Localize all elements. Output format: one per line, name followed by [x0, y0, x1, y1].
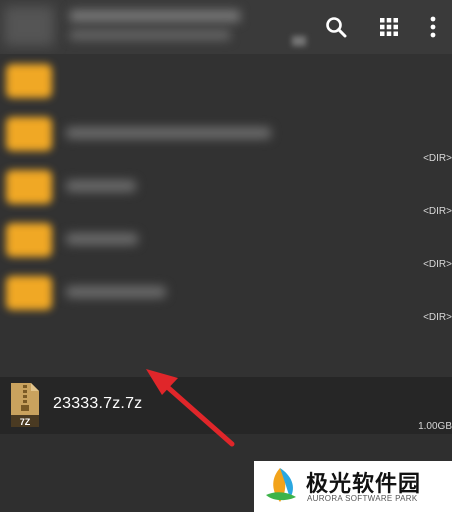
folder-name-blurred [66, 180, 136, 192]
folder-icon [6, 64, 52, 98]
file-type-badge: 7Z [20, 417, 31, 427]
aurora-logo-icon [266, 468, 296, 502]
file-list: <DIR> <DIR> <DIR> <DIR> 7Z 23333.7z.7z 1… [0, 54, 452, 434]
path-title-blurred [70, 10, 240, 22]
list-item[interactable]: <DIR> [0, 160, 452, 217]
file-name: 23333.7z.7z [53, 395, 143, 412]
search-button[interactable] [314, 0, 358, 54]
list-item[interactable]: <DIR> [0, 213, 452, 270]
folder-name-blurred [66, 286, 166, 298]
list-item[interactable]: <DIR> [0, 266, 452, 323]
grid-view-button[interactable] [367, 0, 411, 54]
back-button-blurred[interactable] [4, 6, 54, 46]
more-vert-icon [430, 16, 435, 38]
folder-icon [6, 170, 52, 204]
file-size: 1.00GB [418, 421, 452, 432]
toolbar [0, 0, 452, 54]
watermark: 极光软件园 AURORA SOFTWARE PARK [254, 461, 452, 512]
folder-icon [6, 276, 52, 310]
folder-name-blurred [66, 233, 138, 245]
dir-label: <DIR> [423, 312, 452, 323]
dropdown-blurred[interactable] [292, 36, 306, 46]
more-options-button[interactable] [413, 0, 452, 54]
folder-icon [6, 223, 52, 257]
archive-file-row[interactable]: 7Z 23333.7z.7z 1.00GB [0, 377, 452, 434]
list-item[interactable]: <DIR> [0, 107, 452, 164]
search-icon [326, 17, 347, 38]
7z-archive-icon: 7Z [11, 383, 39, 427]
folder-name-blurred [66, 127, 271, 139]
watermark-subtitle: AURORA SOFTWARE PARK [307, 494, 418, 503]
grid-view-icon [380, 18, 398, 36]
list-item[interactable] [0, 54, 452, 107]
folder-icon [6, 117, 52, 151]
path-subtitle-blurred [70, 30, 230, 40]
